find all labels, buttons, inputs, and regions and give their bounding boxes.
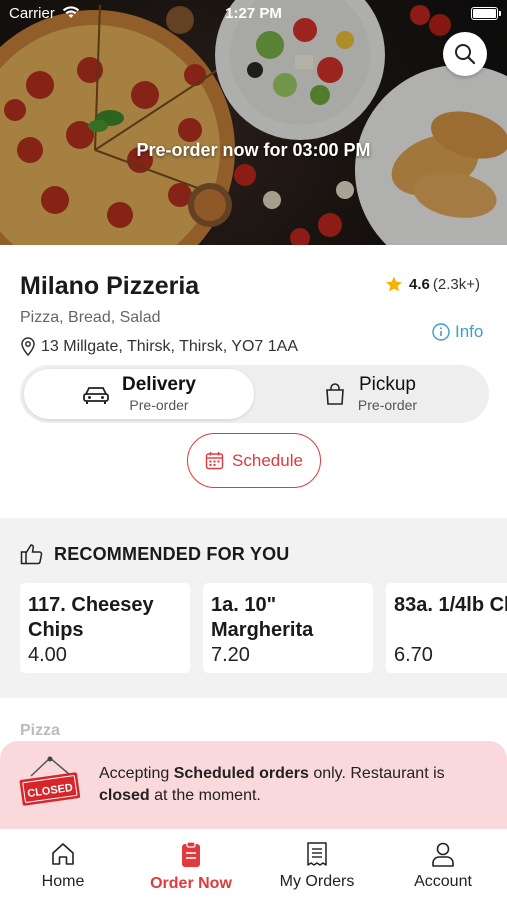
recommended-title: RECOMMENDED FOR YOU <box>54 543 290 564</box>
closed-notice: CLOSED Accepting Scheduled orders only. … <box>0 741 507 829</box>
nav-order-now-label: Order Now <box>150 875 232 892</box>
closed-msg-part: at the moment. <box>149 787 261 804</box>
calendar-icon <box>205 452 224 470</box>
recommended-carousel[interactable]: 117. Cheesey Chips 4.00 1a. 10" Margheri… <box>20 583 507 673</box>
home-icon <box>52 843 74 865</box>
info-link[interactable]: Info <box>432 322 483 342</box>
recommended-item[interactable]: 117. Cheesey Chips 4.00 <box>20 583 190 673</box>
receipt-icon <box>307 842 327 866</box>
restaurant-name: Milano Pizzeria <box>20 272 200 300</box>
item-name: 1a. 10" Margherita <box>211 594 314 641</box>
order-mode-toggle: Delivery Pre-order Pickup Pre-order <box>20 365 489 423</box>
pickup-label: Pickup <box>358 374 416 395</box>
item-price: 4.00 <box>28 644 67 666</box>
search-button[interactable] <box>443 32 487 76</box>
bottom-nav: Home Order Now My Orders Account <box>0 829 507 900</box>
delivery-option[interactable]: Delivery Pre-order <box>24 369 254 419</box>
closed-msg-bold: closed <box>99 787 150 804</box>
menu-section-heading: Pizza <box>20 722 61 739</box>
shopping-bag-icon <box>326 383 344 405</box>
nav-my-orders-label: My Orders <box>279 873 355 890</box>
info-label: Info <box>455 322 484 341</box>
nav-account[interactable]: Account <box>383 841 503 891</box>
address-text: 13 Millgate, Thirsk, Thirsk, YO7 1AA <box>41 337 298 355</box>
battery-icon <box>471 7 501 20</box>
closed-msg-part: Accepting <box>99 765 174 782</box>
item-name: 83a. 1/4lb Cheese Burger <box>394 594 507 616</box>
clock: 1:27 PM <box>225 5 282 22</box>
preorder-time-banner: Pre-order now for 03:00 PM <box>136 140 371 160</box>
nav-order-now[interactable]: Order Now <box>131 841 251 893</box>
pickup-sublabel: Pre-order <box>357 397 418 413</box>
recommended-item[interactable]: 1a. 10" Margherita 7.20 <box>203 583 373 673</box>
recommended-item[interactable]: 83a. 1/4lb Cheese Burger 6.70 <box>386 583 507 673</box>
nav-home[interactable]: Home <box>3 841 123 891</box>
delivery-sublabel: Pre-order <box>129 397 189 413</box>
item-name: 117. Cheesey Chips <box>28 594 154 641</box>
nav-my-orders[interactable]: My Orders <box>257 841 377 891</box>
person-icon <box>432 842 454 867</box>
schedule-label: Schedule <box>232 450 303 470</box>
closed-message: Accepting Scheduled orders only. Restaur… <box>99 763 489 807</box>
order-icon <box>182 841 200 867</box>
closed-msg-part: only. Restaurant is <box>308 765 445 782</box>
rating-score: 4.6 <box>409 275 430 293</box>
item-price: 7.20 <box>211 644 250 666</box>
location-pin-icon <box>21 337 35 356</box>
recommended-section: RECOMMENDED FOR YOU 117. Cheesey Chips 4… <box>0 518 507 698</box>
rating: 4.6 (2.3k+) <box>385 275 480 293</box>
pickup-option[interactable]: Pickup Pre-order <box>256 369 485 419</box>
address: 13 Millgate, Thirsk, Thirsk, YO7 1AA <box>20 337 298 356</box>
item-price: 6.70 <box>394 644 433 666</box>
closed-msg-bold: Scheduled orders <box>173 765 309 782</box>
delivery-label: Delivery <box>122 374 196 395</box>
search-icon <box>455 44 476 65</box>
cuisine-list: Pizza, Bread, Salad <box>20 309 161 326</box>
recommended-heading: RECOMMENDED FOR YOU <box>20 543 289 565</box>
status-bar: Carrier 1:27 PM <box>0 0 507 28</box>
nav-account-label: Account <box>414 873 472 890</box>
hero-image: Carrier 1:27 PM Pre-order now for 03:00 … <box>0 0 507 245</box>
car-icon <box>83 387 109 404</box>
closed-sign-icon: CLOSED <box>19 756 81 806</box>
info-icon <box>432 323 450 341</box>
hero-shade <box>0 0 507 245</box>
schedule-button[interactable]: Schedule <box>187 433 321 488</box>
rating-count: (2.3k+) <box>432 275 480 293</box>
star-icon <box>386 276 402 292</box>
nav-home-label: Home <box>41 873 85 890</box>
thumbs-up-icon <box>20 544 43 565</box>
